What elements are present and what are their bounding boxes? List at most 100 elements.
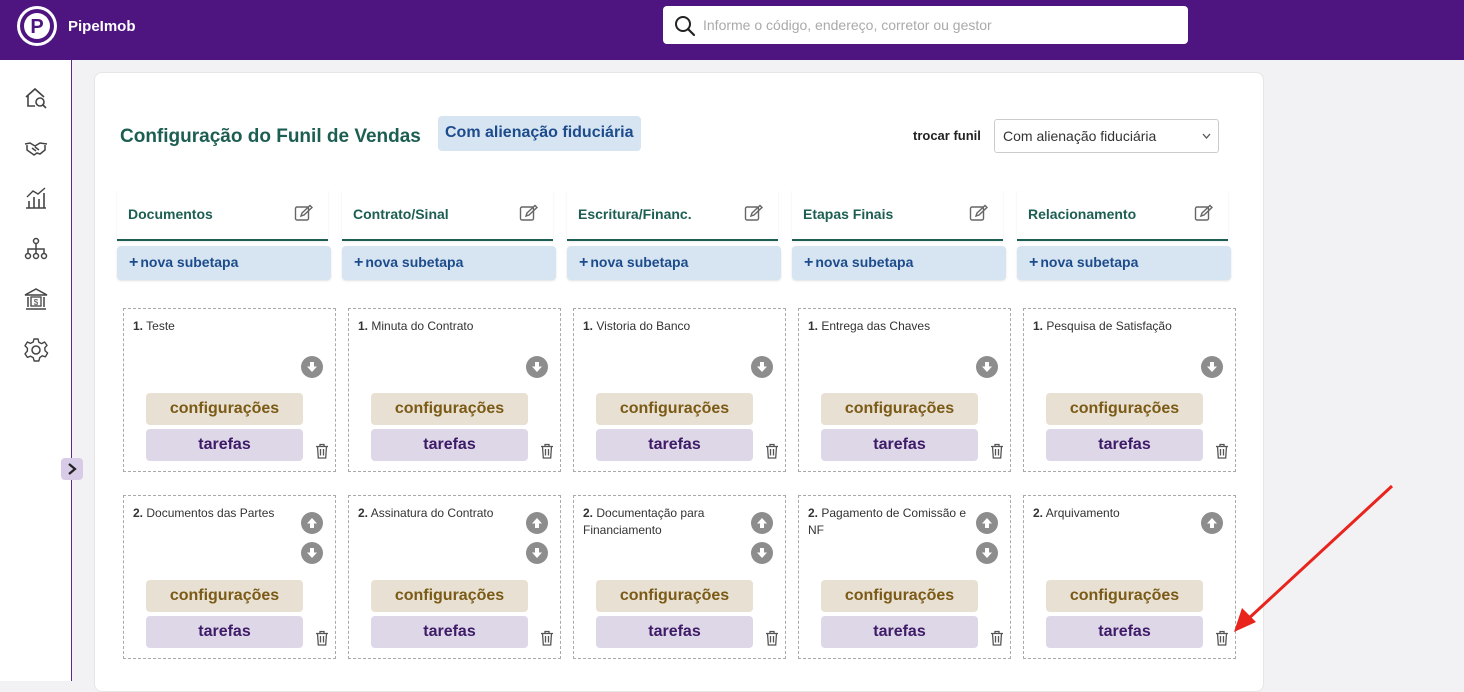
trash-icon[interactable] bbox=[315, 443, 329, 459]
trash-icon[interactable] bbox=[540, 630, 554, 646]
new-substep-label: nova subetapa bbox=[815, 254, 914, 270]
move-down-icon[interactable] bbox=[751, 356, 773, 378]
tasks-button[interactable]: tarefas bbox=[596, 429, 753, 461]
new-substep-button[interactable]: + nova subetapa bbox=[792, 246, 1006, 280]
new-substep-label: nova subetapa bbox=[1040, 254, 1139, 270]
move-down-icon[interactable] bbox=[301, 542, 323, 564]
plus-icon: + bbox=[354, 254, 364, 271]
stage-header: Etapas Finais bbox=[792, 190, 1003, 241]
tasks-button[interactable]: tarefas bbox=[371, 429, 528, 461]
config-button[interactable]: configurações bbox=[596, 580, 753, 612]
substep-name: Entrega das Chaves bbox=[821, 319, 931, 333]
switch-funnel-select[interactable]: Com alienação fiduciária bbox=[994, 119, 1219, 153]
search-box[interactable] bbox=[663, 6, 1188, 44]
trash-icon[interactable] bbox=[1215, 443, 1229, 459]
config-button[interactable]: configurações bbox=[596, 393, 753, 425]
move-down-icon[interactable] bbox=[526, 356, 548, 378]
trash-icon[interactable] bbox=[990, 630, 1004, 646]
config-button[interactable]: configurações bbox=[821, 580, 978, 612]
substep-card: 1. Minuta do Contrato configurações tarefa… bbox=[348, 308, 561, 472]
substep-number: 1. bbox=[133, 319, 144, 333]
substep-card: 1. Entrega das Chaves configurações tarefa… bbox=[798, 308, 1011, 472]
move-up-icon[interactable] bbox=[751, 512, 773, 534]
substep-name: Documentação para Financiamento bbox=[583, 506, 705, 537]
substep-title: 1. Teste bbox=[133, 318, 303, 335]
tasks-button[interactable]: tarefas bbox=[821, 429, 978, 461]
move-down-icon[interactable] bbox=[751, 542, 773, 564]
config-button[interactable]: configurações bbox=[1046, 580, 1203, 612]
config-button[interactable]: configurações bbox=[371, 393, 528, 425]
stage-header: Escritura/Financ. bbox=[567, 190, 778, 241]
config-button[interactable]: configurações bbox=[146, 393, 303, 425]
stage-name: Documentos bbox=[128, 206, 213, 222]
substep-number: 1. bbox=[1033, 319, 1044, 333]
plus-icon: + bbox=[129, 254, 139, 271]
trash-icon[interactable] bbox=[765, 443, 779, 459]
move-down-icon[interactable] bbox=[976, 542, 998, 564]
new-substep-button[interactable]: + nova subetapa bbox=[117, 246, 331, 280]
new-substep-button[interactable]: + nova subetapa bbox=[567, 246, 781, 280]
move-up-icon[interactable] bbox=[301, 512, 323, 534]
tasks-button[interactable]: tarefas bbox=[596, 616, 753, 648]
hierarchy-icon[interactable] bbox=[23, 236, 49, 262]
trash-icon[interactable] bbox=[315, 630, 329, 646]
app-name: PipeImob bbox=[68, 18, 136, 35]
trash-icon[interactable] bbox=[990, 443, 1004, 459]
handshake-icon[interactable] bbox=[23, 135, 49, 161]
substep-title: 2. Documentos das Partes bbox=[133, 505, 303, 522]
sidebar: $ bbox=[0, 60, 83, 681]
trash-icon[interactable] bbox=[765, 630, 779, 646]
sidebar-toggle[interactable] bbox=[61, 458, 83, 480]
move-up-icon[interactable] bbox=[976, 512, 998, 534]
substep-title: 2. Arquivamento bbox=[1033, 505, 1203, 522]
chevron-right-icon bbox=[68, 463, 77, 475]
substep-number: 2. bbox=[133, 506, 144, 520]
config-button[interactable]: configurações bbox=[146, 580, 303, 612]
substep-title: 2. Pagamento de Comissão e NF bbox=[808, 505, 978, 539]
bank-icon[interactable]: $ bbox=[23, 286, 49, 312]
config-button[interactable]: configurações bbox=[371, 580, 528, 612]
chevron-down-icon bbox=[1202, 133, 1211, 139]
funnel-badge: Com alienação fiduciária bbox=[438, 116, 641, 151]
move-down-icon[interactable] bbox=[301, 356, 323, 378]
tasks-button[interactable]: tarefas bbox=[146, 429, 303, 461]
home-search-icon[interactable] bbox=[23, 85, 49, 111]
substep-number: 2. bbox=[1033, 506, 1044, 520]
move-down-icon[interactable] bbox=[976, 356, 998, 378]
tasks-button[interactable]: tarefas bbox=[146, 616, 303, 648]
new-substep-button[interactable]: + nova subetapa bbox=[342, 246, 556, 280]
page-title: Configuração do Funil de Vendas bbox=[120, 126, 421, 147]
new-substep-button[interactable]: + nova subetapa bbox=[1017, 246, 1231, 280]
switch-funnel-value: Com alienação fiduciária bbox=[1003, 128, 1157, 144]
move-down-icon[interactable] bbox=[1201, 356, 1223, 378]
substep-card: 1. Teste configurações tarefas bbox=[123, 308, 336, 472]
gear-icon[interactable] bbox=[23, 337, 49, 363]
stage-header: Documentos bbox=[117, 190, 328, 241]
tasks-button[interactable]: tarefas bbox=[1046, 616, 1203, 648]
tasks-button[interactable]: tarefas bbox=[371, 616, 528, 648]
tasks-button[interactable]: tarefas bbox=[821, 616, 978, 648]
substep-card: 1. Pesquisa de Satisfação configurações ta… bbox=[1023, 308, 1236, 472]
substep-number: 2. bbox=[808, 506, 819, 520]
move-up-icon[interactable] bbox=[1201, 512, 1223, 534]
tasks-button[interactable]: tarefas bbox=[1046, 429, 1203, 461]
substep-card: 2. Arquivamento configurações tarefas bbox=[1023, 495, 1236, 659]
move-up-icon[interactable] bbox=[526, 512, 548, 534]
chart-icon[interactable] bbox=[23, 185, 49, 211]
app-logo[interactable]: P bbox=[17, 6, 57, 46]
substep-card: 2. Documentação para Financiamento config… bbox=[573, 495, 786, 659]
stage-name: Contrato/Sinal bbox=[353, 206, 449, 222]
trash-icon[interactable] bbox=[540, 443, 554, 459]
config-button[interactable]: configurações bbox=[1046, 393, 1203, 425]
substep-name: Assinatura do Contrato bbox=[370, 506, 494, 520]
search-input[interactable] bbox=[703, 6, 1173, 44]
substep-number: 2. bbox=[583, 506, 594, 520]
substep-title: 2. Assinatura do Contrato bbox=[358, 505, 528, 522]
substep-number: 2. bbox=[358, 506, 369, 520]
config-button[interactable]: configurações bbox=[821, 393, 978, 425]
move-down-icon[interactable] bbox=[526, 542, 548, 564]
substep-title: 1. Minuta do Contrato bbox=[358, 318, 528, 335]
substep-name: Pagamento de Comissão e NF bbox=[808, 506, 967, 537]
new-substep-label: nova subetapa bbox=[590, 254, 689, 270]
substep-card: 1. Vistoria do Banco configurações tarefas bbox=[573, 308, 786, 472]
